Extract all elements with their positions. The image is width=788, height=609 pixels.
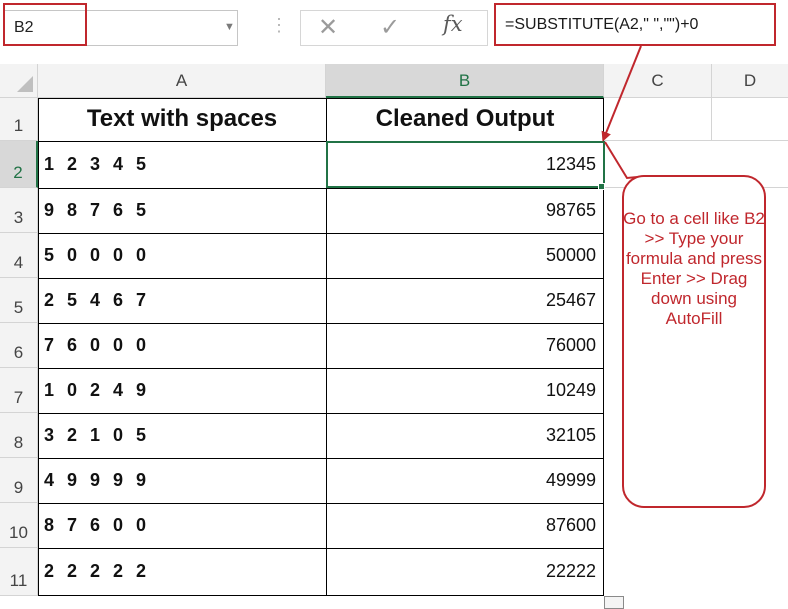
autofill-options-icon[interactable] [604,596,624,609]
callout-text: Go to a cell like B2 >> Type your formul… [623,209,765,328]
callout-pointer [604,141,649,180]
formula-arrow [601,45,642,142]
